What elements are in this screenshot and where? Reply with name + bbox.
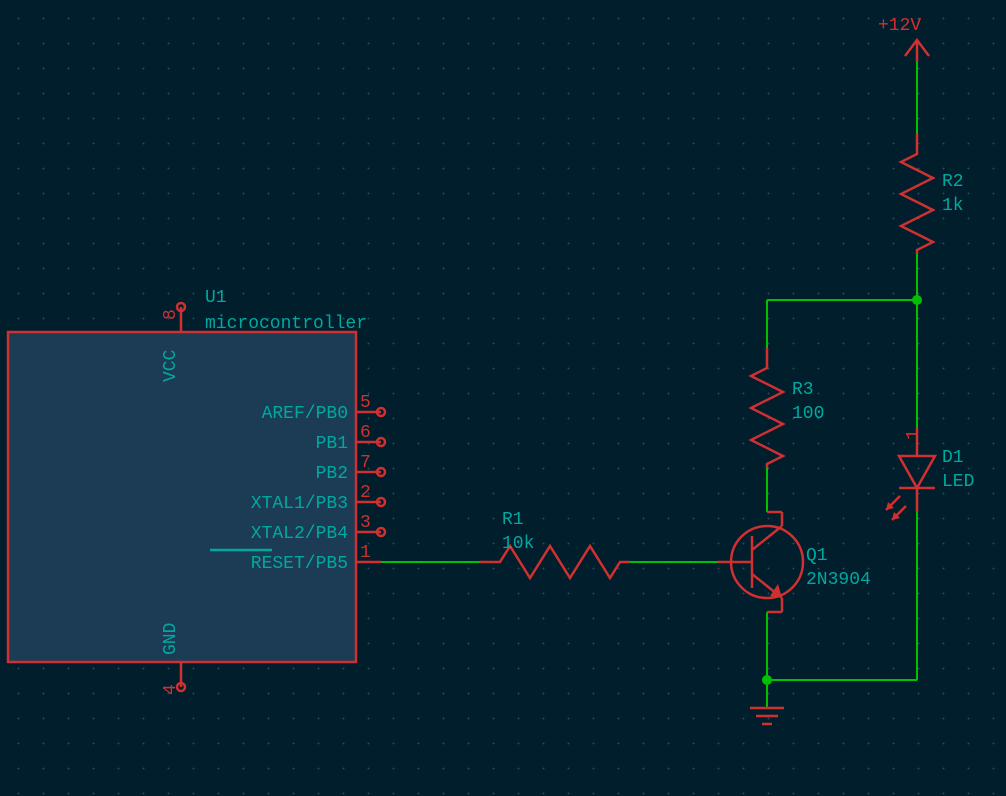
- svg-text:GND: GND: [161, 623, 181, 655]
- svg-text:XTAL1/PB3: XTAL1/PB3: [251, 494, 348, 514]
- u1-ref: U1: [205, 288, 227, 308]
- component-r3[interactable]: R3 100: [751, 348, 824, 468]
- component-r1[interactable]: R1 10k: [480, 510, 630, 578]
- component-q1[interactable]: Q1 2N3904: [718, 512, 871, 612]
- svg-text:RESET/PB5: RESET/PB5: [251, 554, 348, 574]
- d1-ref: D1: [942, 448, 964, 468]
- svg-text:VCC: VCC: [161, 349, 181, 382]
- svg-text:PB2: PB2: [316, 464, 348, 484]
- r2-ref: R2: [942, 172, 964, 192]
- svg-text:8: 8: [161, 309, 181, 320]
- svg-text:5: 5: [360, 393, 371, 413]
- r3-ref: R3: [792, 380, 814, 400]
- svg-text:4: 4: [161, 684, 181, 695]
- component-u1[interactable]: U1 microcontroller 8 VCC 4 GND 5 AREF/PB…: [8, 288, 385, 695]
- q1-value: 2N3904: [806, 570, 871, 590]
- r1-ref: R1: [502, 510, 524, 530]
- power-gnd[interactable]: [750, 708, 784, 724]
- d1-value: LED: [942, 472, 974, 492]
- svg-text:7: 7: [360, 453, 371, 473]
- r3-value: 100: [792, 404, 824, 424]
- r2-value: 1k: [942, 196, 964, 216]
- svg-text:2: 2: [360, 483, 371, 503]
- svg-text:PB1: PB1: [316, 434, 348, 454]
- r1-value: 10k: [502, 534, 534, 554]
- component-r2[interactable]: R2 1k: [901, 134, 964, 254]
- d1-pin1: 1: [904, 429, 924, 440]
- svg-text:6: 6: [360, 423, 371, 443]
- power-label: +12V: [878, 16, 921, 36]
- svg-text:AREF/PB0: AREF/PB0: [262, 404, 348, 424]
- nets: [381, 62, 922, 708]
- q1-ref: Q1: [806, 546, 828, 566]
- power-12v[interactable]: +12V: [878, 16, 929, 62]
- u1-value: microcontroller: [205, 314, 367, 334]
- component-d1[interactable]: 1 D1 LED: [886, 428, 974, 520]
- svg-text:3: 3: [360, 513, 371, 533]
- svg-text:1: 1: [360, 543, 371, 563]
- svg-text:XTAL2/PB4: XTAL2/PB4: [251, 524, 348, 544]
